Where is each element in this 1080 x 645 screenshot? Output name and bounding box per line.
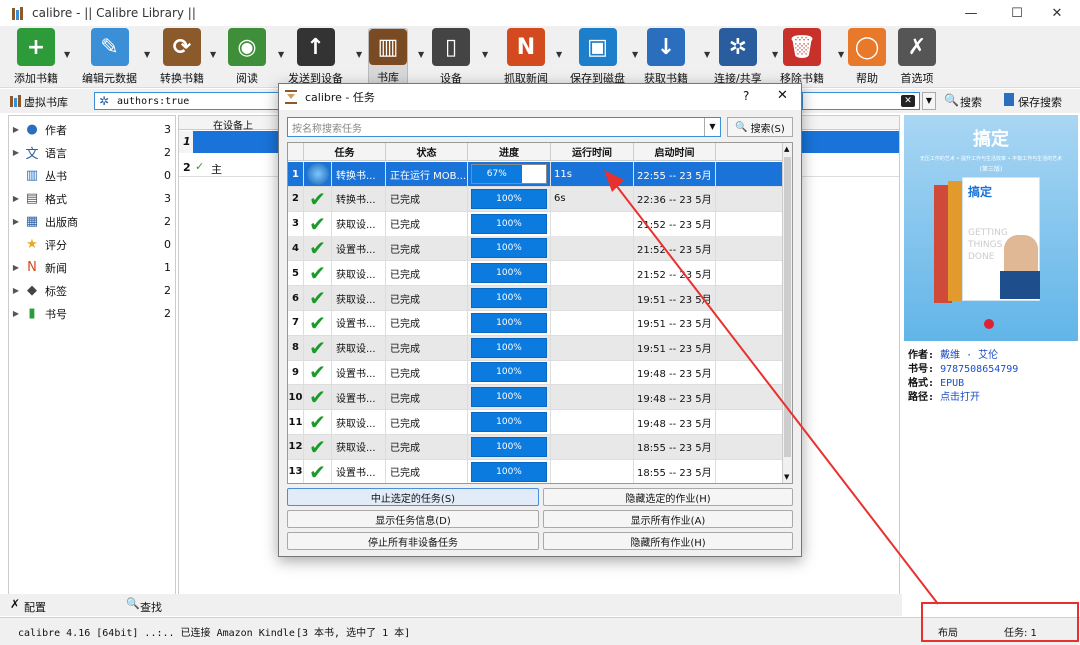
annotation-highlight-box (921, 602, 1079, 642)
annotation-overlay (604, 170, 1079, 642)
annotation-arrowhead (604, 170, 624, 192)
annotation-arrow-line (611, 179, 939, 605)
